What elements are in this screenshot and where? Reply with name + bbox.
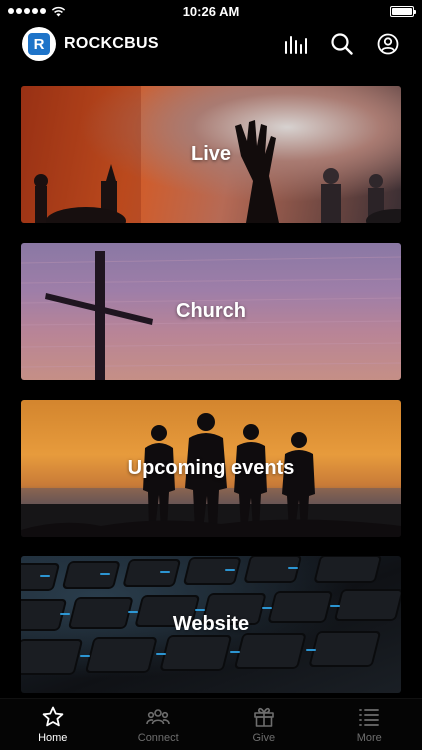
wifi-icon [51, 6, 66, 16]
live-card-label: Live [190, 143, 232, 165]
tab-give[interactable]: Give [211, 699, 317, 750]
profile-button[interactable] [376, 32, 400, 56]
status-bar: 10:26 AM [0, 0, 422, 22]
stats-button[interactable] [284, 32, 308, 56]
church-card[interactable]: Church [21, 243, 401, 380]
signal-icon [8, 8, 46, 14]
logo-letter: R [28, 33, 50, 55]
website-card[interactable]: Website [21, 556, 401, 693]
status-left [8, 6, 66, 17]
account-icon [377, 33, 399, 55]
tab-connect-label: Connect [137, 732, 179, 744]
tab-connect[interactable]: Connect [106, 699, 212, 750]
tab-home-label: Home [38, 732, 68, 744]
gift-icon [253, 707, 274, 727]
battery-icon [390, 5, 416, 17]
search-button[interactable] [330, 32, 354, 56]
brand-name: ROCKCBUS [64, 35, 159, 52]
search-icon [331, 33, 353, 55]
upcoming-events-card[interactable]: Upcoming events [21, 400, 401, 537]
tab-more[interactable]: More [317, 699, 422, 750]
star-icon [42, 706, 64, 727]
list-icon [359, 709, 380, 726]
tab-home[interactable]: Home [0, 699, 106, 750]
bottom-tab-bar: Home Connect Give More [0, 698, 422, 750]
upcoming-events-card-label: Upcoming events [127, 457, 295, 479]
header-actions [284, 32, 400, 56]
church-card-label: Church [176, 300, 246, 322]
people-icon [146, 709, 171, 725]
tab-more-label: More [356, 732, 382, 744]
app-logo: R [22, 27, 56, 61]
website-card-label: Website [172, 613, 250, 635]
app-header: R ROCKCBUS [0, 22, 422, 66]
tab-give-label: Give [252, 732, 276, 744]
live-card[interactable]: Live [21, 86, 401, 223]
equalizer-icon [285, 36, 307, 54]
